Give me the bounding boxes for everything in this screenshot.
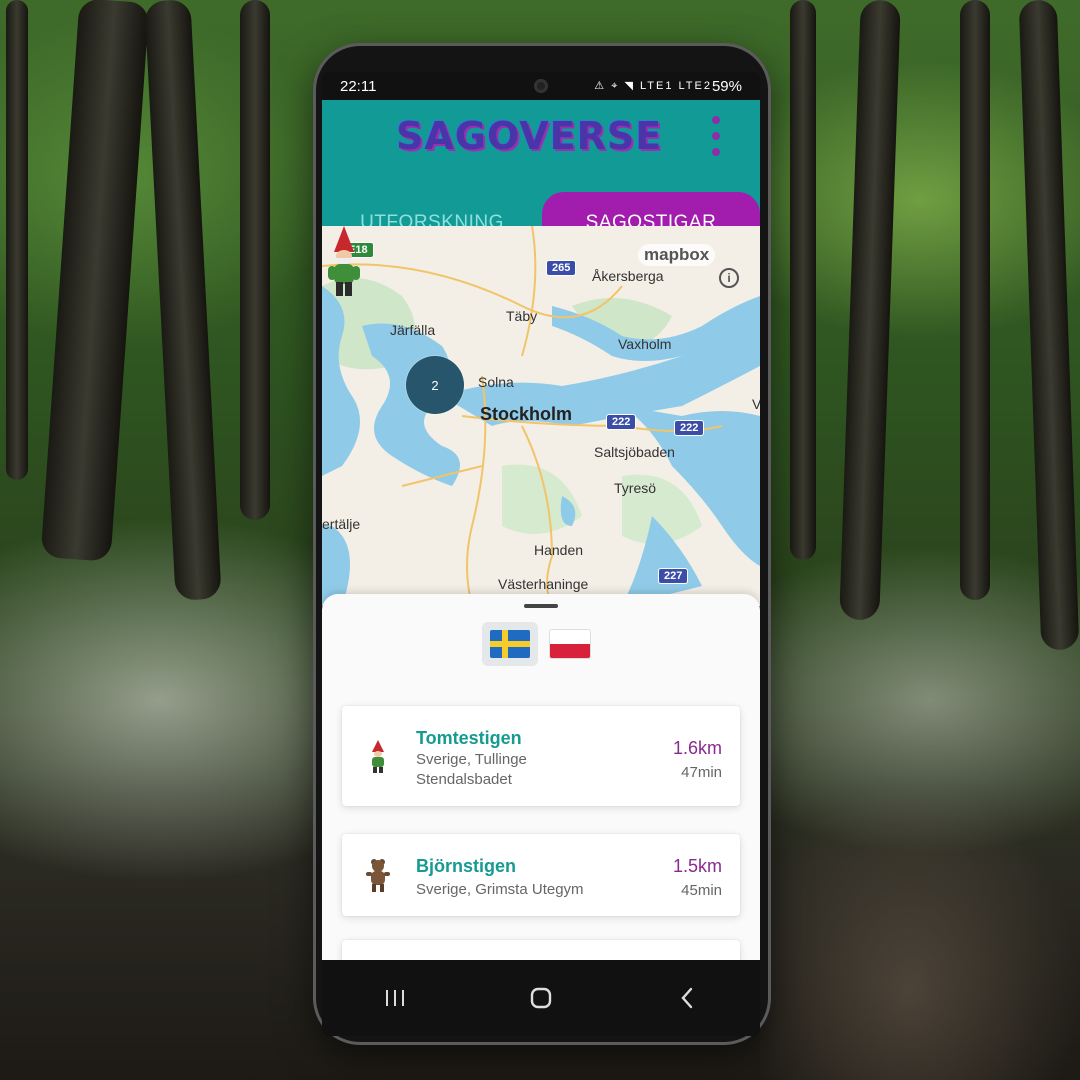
trail-duration: 45min: [681, 882, 722, 899]
bear-icon: [366, 859, 390, 892]
mapbox-logo[interactable]: mapbox: [638, 244, 716, 266]
back-icon: [681, 987, 693, 1009]
road-shield-265: 265: [546, 260, 577, 276]
trail-name: Tomtestigen: [416, 728, 522, 748]
trail-duration: 47min: [681, 764, 722, 781]
more-vert-icon[interactable]: [708, 116, 724, 156]
phone-screen: 22:11 ⚠ ⌖ ◥ LTE1 LTE2 59% SAGOVERSE UTFO…: [322, 72, 760, 1036]
camera-icon: [534, 79, 548, 93]
map-label: V: [752, 396, 760, 412]
app-logo: SAGOVERSE: [396, 114, 663, 158]
gnome-marker-icon[interactable]: [322, 226, 366, 298]
trail-card-partial[interactable]: [342, 940, 740, 960]
map-label: Täby: [506, 308, 538, 324]
trail-location: Sverige, Tullinge: [416, 751, 527, 768]
road-shield-222: 222: [674, 420, 705, 436]
info-icon[interactable]: i: [719, 268, 739, 288]
map-view[interactable]: E18 265 222 222 227 Åkersberga Täby Järf…: [322, 226, 760, 606]
sheet-drag-handle[interactable]: [524, 604, 558, 608]
home-icon: [530, 987, 552, 1009]
map-label: Västerhaninge: [498, 576, 589, 592]
back-button[interactable]: [657, 978, 717, 1018]
sweden-flag-icon: [490, 630, 530, 658]
app-header: SAGOVERSE UTFORSKNING SAGOSTIGAR: [322, 100, 760, 254]
battery-level: 59%: [711, 78, 742, 95]
home-button[interactable]: [511, 978, 571, 1018]
map-label: Saltsjöbaden: [594, 444, 675, 460]
language-button-polish[interactable]: [542, 622, 598, 666]
map-label: Handen: [534, 542, 584, 558]
map-label-stockholm: Stockholm: [480, 404, 573, 424]
trail-distance: 1.5km: [672, 856, 722, 876]
system-nav-bar: [322, 960, 760, 1036]
map-label: Vaxholm: [618, 336, 672, 352]
trail-card-bjornstigen[interactable]: Björnstigen Sverige, Grimsta Utegym 1.5k…: [342, 834, 740, 916]
trail-location: Sverige, Grimsta Utegym: [416, 881, 584, 898]
status-bar: 22:11 ⚠ ⌖ ◥ LTE1 LTE2 59%: [322, 72, 760, 100]
status-time: 22:11: [340, 78, 377, 95]
map-label: Solna: [478, 374, 514, 390]
map-cluster-marker[interactable]: 2: [406, 356, 464, 414]
road-shield-222: 222: [606, 414, 637, 430]
map-label: Tyresö: [614, 480, 657, 496]
road-shield-227: 227: [658, 568, 689, 584]
trail-location-detail: Stendalsbadet: [416, 771, 512, 788]
poland-flag-icon: [550, 630, 590, 658]
gnome-icon: [372, 740, 384, 773]
trail-card-tomtestigen[interactable]: Tomtestigen Sverige, Tullinge Stendalsba…: [342, 706, 740, 806]
trail-name: Björnstigen: [416, 856, 517, 876]
trail-distance: 1.6km: [672, 738, 722, 758]
bottom-sheet: Tomtestigen Sverige, Tullinge Stendalsba…: [322, 594, 760, 960]
map-label: ertälje: [322, 516, 361, 532]
map-label: Järfälla: [390, 322, 436, 338]
recents-button[interactable]: [365, 978, 425, 1018]
map-label: Åkersberga: [592, 268, 664, 284]
status-icons: ⚠ ⌖ ◥ LTE1 LTE2: [594, 80, 712, 92]
recents-icon: [386, 990, 404, 1006]
language-button-swedish[interactable]: [482, 622, 538, 666]
